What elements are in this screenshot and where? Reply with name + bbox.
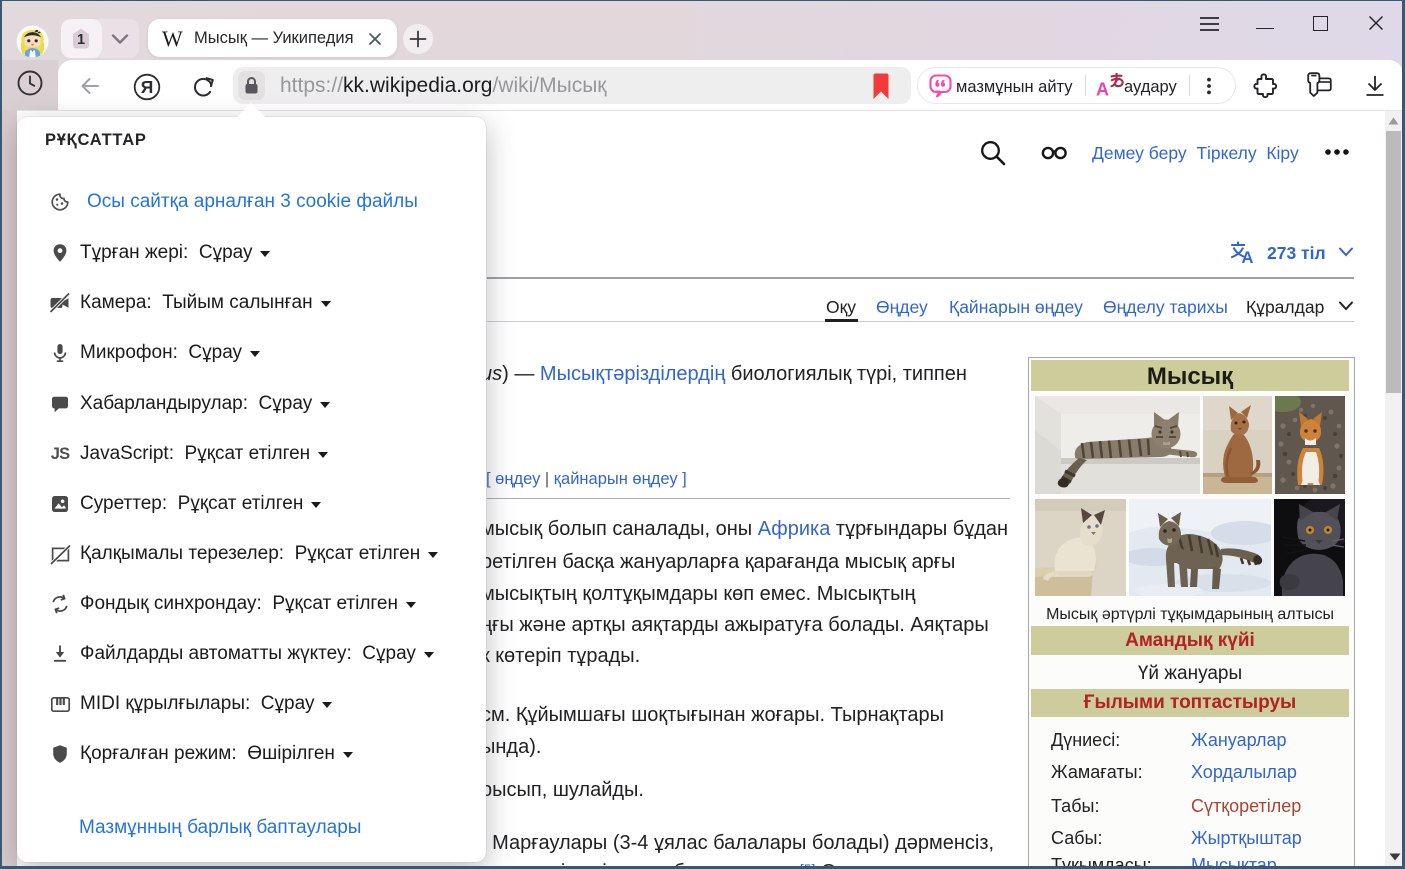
svg-text:Я: Я bbox=[141, 77, 154, 97]
svg-text:1: 1 bbox=[77, 32, 85, 48]
svg-text:A: A bbox=[1096, 80, 1109, 100]
svg-text:A: A bbox=[1242, 249, 1254, 264]
